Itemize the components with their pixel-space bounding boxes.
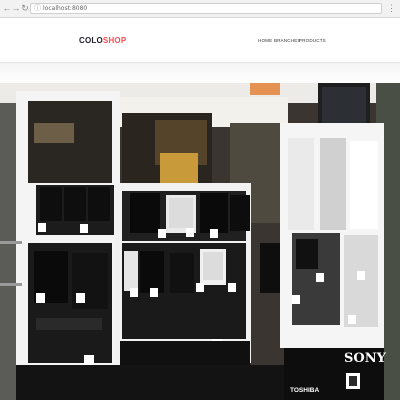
site-header: COLOSHOP HOME BRANCHES PRODUCTS	[0, 18, 400, 63]
logo-text-main: COLO	[79, 36, 103, 45]
reload-icon[interactable]: ↻	[20, 3, 30, 13]
logo-text-accent: SHOP	[102, 36, 127, 45]
info-icon[interactable]: ⓘ	[34, 4, 41, 14]
nav-branches[interactable]: BRANCHES	[274, 38, 301, 43]
nav-products[interactable]: PRODUCTS	[299, 38, 326, 43]
browser-toolbar: ← → ↻ ⓘ localhost:8080 ⋮	[0, 0, 400, 18]
site-logo[interactable]: COLOSHOP	[79, 36, 126, 45]
address-url[interactable]: localhost:8080	[43, 4, 87, 14]
store-display-photo: SONY TOSHIBA	[0, 83, 400, 400]
header-shadow	[0, 63, 400, 83]
brand-toshiba: TOSHIBA	[290, 387, 319, 394]
brand-sony: SONY	[344, 351, 387, 366]
address-bar[interactable]: ⓘ localhost:8080	[30, 3, 382, 14]
menu-icon[interactable]: ⋮	[387, 3, 396, 13]
hero-image: SONY TOSHIBA	[0, 83, 400, 400]
nav-home[interactable]: HOME	[258, 38, 272, 43]
